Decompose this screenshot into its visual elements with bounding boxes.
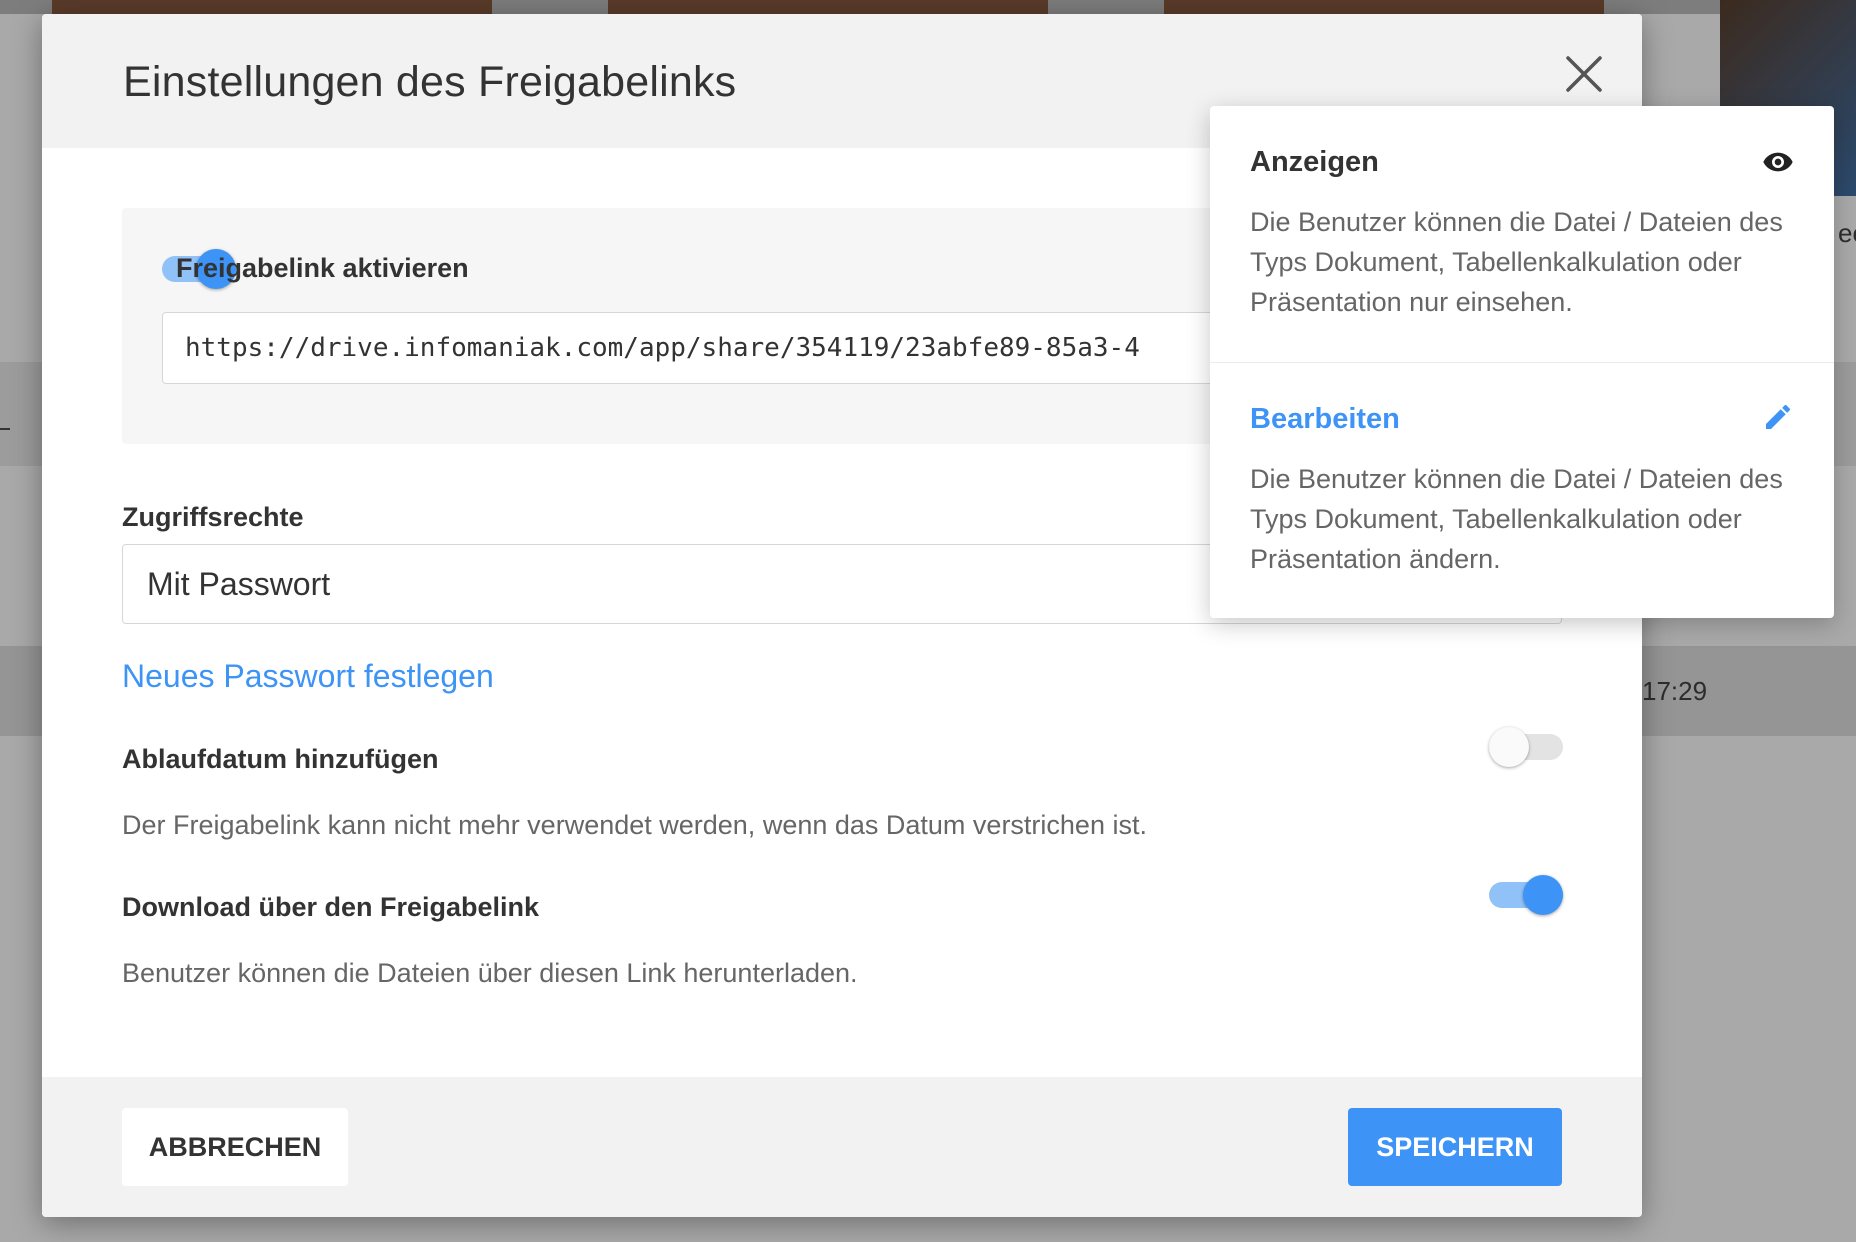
download-toggle[interactable] [1489, 873, 1563, 915]
option-title: Anzeigen [1250, 146, 1379, 178]
option-description: Die Benutzer können die Datei / Dateien … [1250, 207, 1783, 317]
share-link-toggle-label: Freigabelink aktivieren [176, 253, 469, 283]
toggle-knob [1489, 727, 1529, 767]
background-dash [0, 428, 10, 430]
background-thumbnail [1164, 0, 1604, 14]
download-label: Download über den Freigabelink [122, 892, 540, 922]
close-button[interactable] [1560, 50, 1608, 98]
option-description: Die Benutzer können die Datei / Dateien … [1250, 464, 1783, 574]
option-title: Bearbeiten [1250, 403, 1400, 435]
expiration-date-description: Der Freigabelink kann nicht mehr verwend… [122, 810, 1147, 840]
permission-dropdown: Anzeigen Die Benutzer können die Datei /… [1210, 106, 1834, 618]
cancel-button[interactable]: ABBRECHEN [122, 1108, 348, 1186]
background-thumbnail-strip [0, 0, 1856, 14]
permission-option-edit[interactable]: Bearbeiten Die Benutzer können die Datei… [1210, 363, 1834, 618]
access-rights-label: Zugriffsrechte [122, 502, 304, 532]
expiration-date-toggle[interactable] [1489, 725, 1563, 767]
background-thumbnail [52, 0, 492, 14]
set-new-password-link[interactable]: Neues Passwort festlegen [122, 658, 494, 695]
save-button[interactable]: SPEICHERN [1348, 1108, 1562, 1186]
pencil-icon [1766, 404, 1790, 429]
background-thumbnail [608, 0, 1048, 14]
expiration-date-label: Ablaufdatum hinzufügen [122, 744, 439, 774]
toggle-knob [1523, 875, 1563, 915]
dialog-title: Einstellungen des Freigabelinks [123, 58, 737, 106]
close-icon [1566, 56, 1602, 92]
background-time: 17:29 [1642, 676, 1708, 706]
download-description: Benutzer können die Dateien über diesen … [122, 958, 858, 988]
eye-icon [1763, 152, 1793, 172]
background-text: eo [1838, 218, 1856, 248]
permission-option-view[interactable]: Anzeigen Die Benutzer können die Datei /… [1210, 106, 1834, 362]
